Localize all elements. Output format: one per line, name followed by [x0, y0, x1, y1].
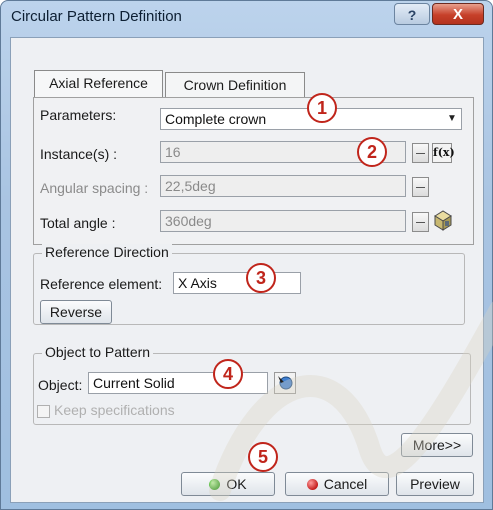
- close-icon: X: [452, 6, 463, 23]
- geometry-cube-icon[interactable]: [432, 209, 454, 231]
- total-angle-field[interactable]: 360deg: [160, 210, 406, 232]
- callout-1: 1: [307, 93, 337, 123]
- total-angle-spinner[interactable]: [412, 212, 429, 232]
- reverse-button[interactable]: Reverse: [40, 300, 112, 324]
- reverse-label: Reverse: [49, 304, 103, 320]
- angular-spacing-label: Angular spacing :: [40, 180, 149, 196]
- callout-4: 4: [213, 359, 243, 389]
- angular-spacing-field[interactable]: 22,5deg: [160, 175, 406, 197]
- callout-3: 3: [246, 263, 276, 293]
- tab-label: Crown Definition: [183, 77, 287, 93]
- angular-spacing-value: 22,5deg: [165, 178, 216, 194]
- chevron-down-icon: ▼: [447, 113, 457, 124]
- instances-label: Instance(s) :: [40, 146, 118, 162]
- callout-5: 5: [248, 442, 278, 472]
- object-value: Current Solid: [93, 375, 175, 391]
- parameters-value: Complete crown: [165, 111, 267, 127]
- angular-spacing-spinner[interactable]: [412, 177, 429, 197]
- tab-crown-definition[interactable]: Crown Definition: [165, 72, 305, 98]
- formula-icon[interactable]: f(x): [432, 143, 455, 163]
- title-bar[interactable]: Circular Pattern Definition ? X: [1, 1, 492, 35]
- callout-2: 2: [357, 137, 387, 167]
- tab-label: Axial Reference: [49, 75, 148, 91]
- formula-icon-label: f(x): [433, 146, 455, 159]
- object-label: Object:: [38, 377, 83, 393]
- tab-axial-reference[interactable]: Axial Reference: [34, 70, 163, 98]
- total-angle-value: 360deg: [165, 213, 212, 229]
- watermark-graphic: [209, 301, 493, 501]
- reference-direction-title: Reference Direction: [42, 244, 172, 260]
- keep-specifications-label: Keep specifications: [54, 402, 175, 418]
- keep-specifications-checkbox[interactable]: [37, 405, 50, 418]
- reference-element-label: Reference element:: [40, 276, 163, 292]
- object-to-pattern-title: Object to Pattern: [42, 344, 154, 360]
- window-title: Circular Pattern Definition: [11, 8, 182, 25]
- question-icon: ?: [407, 7, 417, 23]
- help-button[interactable]: ?: [394, 3, 430, 25]
- parameters-label: Parameters:: [40, 107, 117, 123]
- instances-value: 16: [165, 144, 181, 160]
- total-angle-label: Total angle :: [40, 215, 116, 231]
- instances-spinner[interactable]: [412, 143, 429, 163]
- close-button[interactable]: X: [432, 3, 484, 25]
